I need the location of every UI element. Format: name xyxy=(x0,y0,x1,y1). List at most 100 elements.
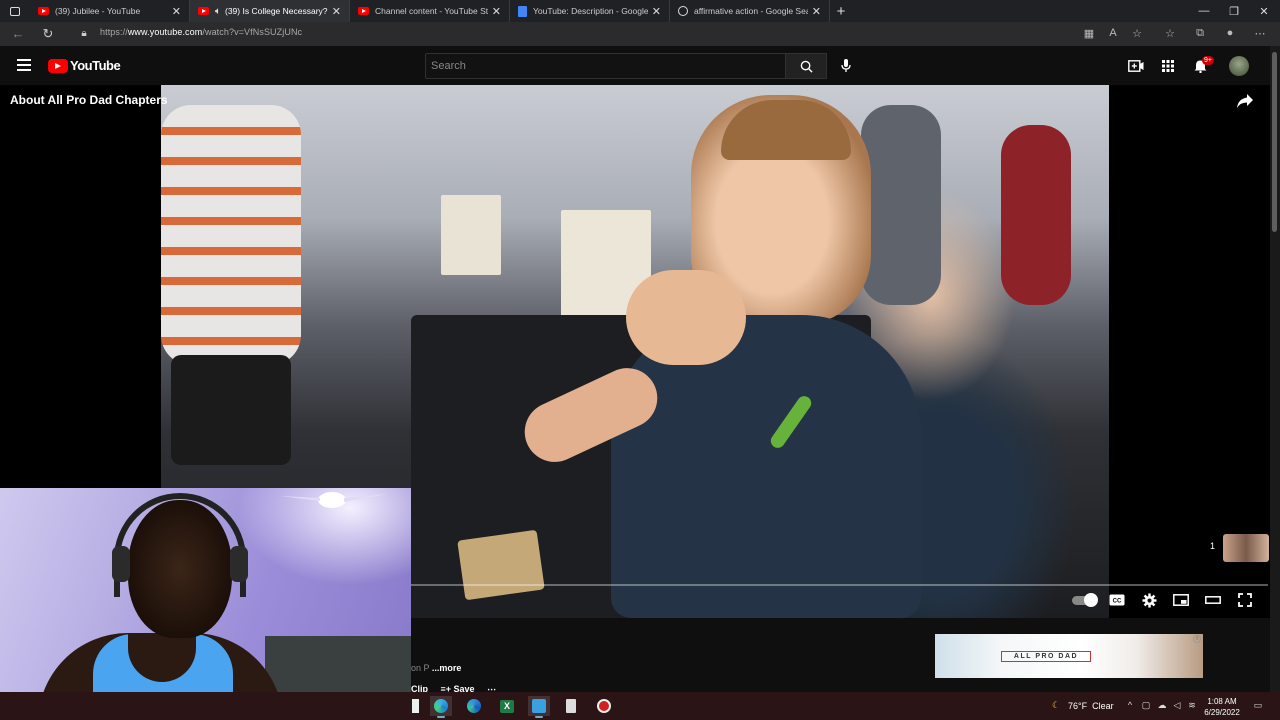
close-tab-icon[interactable]: ✕ xyxy=(332,5,341,18)
search-button[interactable] xyxy=(785,53,827,79)
search-input[interactable] xyxy=(426,54,785,78)
ceiling-fan xyxy=(280,492,388,508)
restore-icon[interactable]: ❐ xyxy=(1218,0,1250,22)
browser-tab-studio[interactable]: Channel content - YouTube Stud ✕ xyxy=(350,0,510,22)
search-field[interactable] xyxy=(425,53,785,79)
notification-center-icon[interactable]: ▭ xyxy=(1252,700,1264,712)
weather-temp: 76°F xyxy=(1068,701,1088,711)
notification-count-badge: 9+ xyxy=(1202,56,1214,65)
calendar-app-icon[interactable] xyxy=(528,696,550,718)
docs-icon xyxy=(518,5,527,17)
tab-title: affirmative action - Google Searc xyxy=(694,6,808,16)
add-favorite-icon[interactable]: ☆ xyxy=(1130,27,1144,40)
favorites-icon[interactable]: ☆ xyxy=(1163,27,1177,40)
headphones xyxy=(114,493,246,597)
apps-grid-icon[interactable] xyxy=(1160,58,1176,74)
calculator-icon[interactable] xyxy=(560,696,582,716)
close-tab-icon[interactable]: ✕ xyxy=(812,5,821,18)
microphone-icon xyxy=(841,59,851,72)
poster-board xyxy=(441,195,501,275)
girl-hands xyxy=(626,270,746,365)
speaker-icon[interactable]: 🔈︎ xyxy=(215,6,221,17)
create-video-icon[interactable] xyxy=(1128,58,1144,74)
endcard-thumbnail[interactable] xyxy=(1223,534,1269,562)
refresh-icon[interactable]: ↻ xyxy=(40,26,56,42)
chevron-up-icon[interactable]: ^ xyxy=(1124,700,1136,712)
video-chapter-title[interactable]: About All Pro Dad Chapters xyxy=(10,93,168,107)
theater-mode-icon[interactable] xyxy=(1204,591,1222,609)
app-available-icon[interactable]: ▦ xyxy=(1082,27,1096,40)
close-window-icon[interactable]: ✕ xyxy=(1248,0,1280,22)
youtube-icon xyxy=(38,7,49,15)
youtube-wordmark: YouTube xyxy=(70,58,121,73)
background-person-shirt xyxy=(161,105,301,365)
edge-browser-icon[interactable] xyxy=(430,696,452,718)
new-tab-button[interactable]: + xyxy=(830,3,852,20)
fullscreen-icon[interactable] xyxy=(1236,591,1254,609)
file-icon[interactable] xyxy=(404,696,426,716)
back-icon[interactable]: ← xyxy=(10,26,26,42)
url-protocol: https:// xyxy=(100,27,128,37)
excel-icon[interactable]: X xyxy=(496,696,518,716)
account-avatar[interactable] xyxy=(1229,56,1249,76)
close-tab-icon[interactable]: ✕ xyxy=(172,5,181,18)
autoplay-toggle[interactable] xyxy=(1072,593,1098,607)
clock-date: 6/29/2022 xyxy=(1204,708,1240,717)
webcam-overlay xyxy=(0,488,411,720)
progress-bar[interactable] xyxy=(411,584,1268,586)
tab-title: (39) Is College Necessary? F xyxy=(225,6,328,16)
settings-gear-icon[interactable] xyxy=(1140,591,1158,609)
tab-title: Channel content - YouTube Stud xyxy=(375,6,488,16)
close-tab-icon[interactable]: ✕ xyxy=(492,5,501,18)
tab-title: (39) Jubilee - YouTube xyxy=(55,6,141,16)
show-more-link[interactable]: ...more xyxy=(432,663,462,673)
background-person-shorts xyxy=(171,355,291,465)
description-fragment: on P xyxy=(411,663,430,673)
search-icon xyxy=(800,60,813,73)
headphone-earcup xyxy=(230,546,248,582)
recorder-icon[interactable] xyxy=(593,696,615,716)
browser-tab-college[interactable]: 🔈︎ (39) Is College Necessary? F ✕ xyxy=(190,0,350,22)
minimize-icon[interactable]: — xyxy=(1188,0,1220,22)
voice-search-button[interactable] xyxy=(836,56,856,76)
clock-time: 1:08 AM xyxy=(1207,697,1237,706)
profile-icon[interactable]: ● xyxy=(1223,27,1237,39)
read-aloud-icon[interactable]: A xyxy=(1106,27,1120,39)
edge-browser-icon-2[interactable] xyxy=(463,696,485,716)
windows-taskbar: X ☾ 76°F Clear ^ ▢ ☁ ◁ ≋ 1:08 AM 6/29/20… xyxy=(0,692,1280,720)
address-bar-url[interactable]: https://www.youtube.com/watch?v=VfNsSUZj… xyxy=(100,27,302,37)
hamburger-menu-icon[interactable] xyxy=(17,59,31,71)
browser-tab-docs[interactable]: YouTube: Description - Google D ✕ xyxy=(510,0,670,22)
youtube-icon xyxy=(358,7,369,15)
moon-weather-icon[interactable]: ☾ xyxy=(1050,700,1062,712)
browser-tab-search[interactable]: affirmative action - Google Searc ✕ xyxy=(670,0,830,22)
scrollbar-thumb[interactable] xyxy=(1272,52,1277,232)
close-tab-icon[interactable]: ✕ xyxy=(652,5,661,18)
volume-icon[interactable]: ◁ xyxy=(1171,700,1183,712)
lock-icon[interactable]: 🔒︎ xyxy=(76,26,92,42)
svg-text:CC: CC xyxy=(1113,599,1122,605)
background-person-red xyxy=(1001,125,1071,305)
collections-icon[interactable]: ⧉ xyxy=(1193,27,1207,40)
weather-widget[interactable]: 76°F Clear xyxy=(1068,701,1114,711)
browser-tab-jubilee[interactable]: (39) Jubilee - YouTube ✕ xyxy=(30,0,190,22)
tab-title: YouTube: Description - Google D xyxy=(533,6,648,16)
ad-brand-text: ALL PRO DAD xyxy=(1001,651,1091,662)
onedrive-icon[interactable]: ☁ xyxy=(1156,700,1168,712)
page-scrollbar[interactable] xyxy=(1270,46,1280,692)
captions-icon[interactable]: CC xyxy=(1108,591,1126,609)
youtube-masthead: YouTube 9+ xyxy=(0,46,1270,85)
miniplayer-icon[interactable] xyxy=(1172,591,1190,609)
more-options-icon[interactable]: ⋯ xyxy=(1253,27,1267,40)
paper-bag xyxy=(457,529,545,601)
description-snippet[interactable]: on P ...more xyxy=(411,663,461,673)
youtube-logo[interactable]: YouTube xyxy=(48,58,121,73)
tab-actions-icon[interactable] xyxy=(0,0,30,22)
tray-app-icon[interactable]: ▢ xyxy=(1140,700,1152,712)
ad-banner[interactable]: ALL PRO DAD xyxy=(935,634,1203,678)
youtube-icon xyxy=(198,7,209,15)
address-bar-row: ← ↻ 🔒︎ https://www.youtube.com/watch?v=V… xyxy=(0,22,1280,46)
system-clock[interactable]: 1:08 AM 6/29/2022 xyxy=(1196,696,1248,718)
ad-info-icon[interactable]: i xyxy=(1193,635,1201,643)
share-icon[interactable] xyxy=(1236,93,1254,109)
